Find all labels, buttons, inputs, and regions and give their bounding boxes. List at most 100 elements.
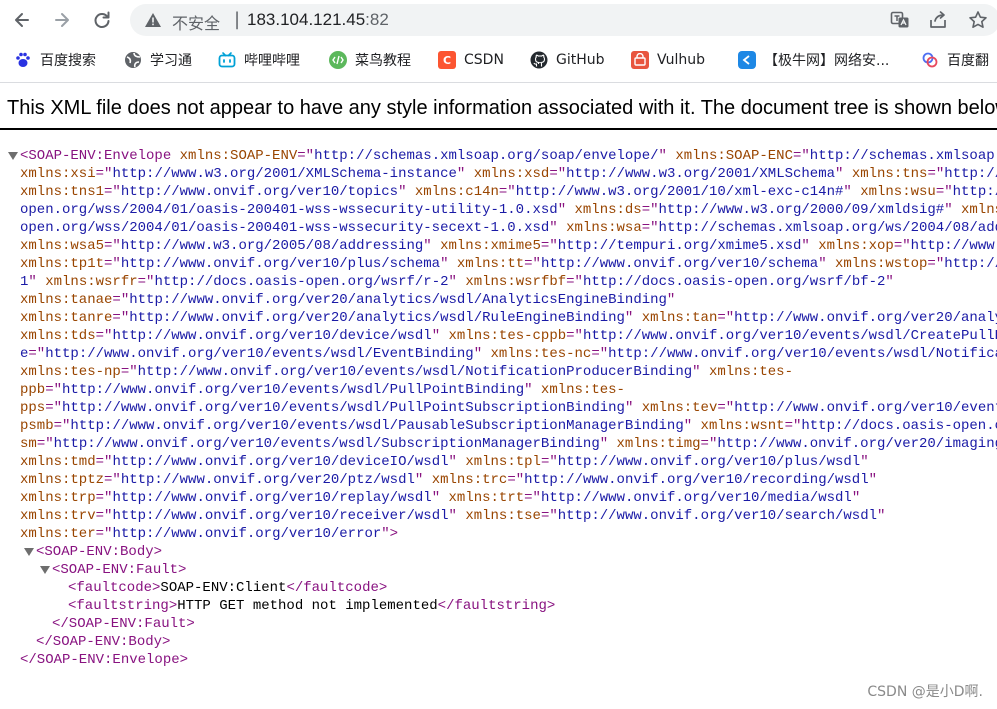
xml-token: http://www.onvif.org/ver20/ptz/wsdl xyxy=(120,472,415,488)
xml-token: http://www.onvif.org/ver10/media/wsdl xyxy=(540,490,852,506)
xml-token: xmlns:tse xyxy=(465,508,541,524)
bookmark-bilibili[interactable]: 哔哩哔哩 xyxy=(218,44,300,76)
xml-token: =" xyxy=(507,472,525,488)
xml-token: " xyxy=(851,490,861,506)
xml-token: =" xyxy=(927,256,945,272)
forward-button[interactable] xyxy=(48,6,76,34)
xml-token: xmlns:trc xyxy=(431,472,508,488)
xml-token: " xyxy=(440,256,449,272)
toolbar-divider xyxy=(0,82,997,83)
collapse-triangle-icon[interactable] xyxy=(24,548,34,556)
xml-token: =" xyxy=(641,220,659,236)
bookmark-baidu-translate[interactable]: 百度翻 xyxy=(921,44,989,76)
xml-token: " xyxy=(658,148,667,164)
back-button[interactable] xyxy=(8,6,36,34)
bookmark-jiniu[interactable]: 【极牛网】网络安... xyxy=(738,44,889,76)
xml-token: HTTP GET method not implemented xyxy=(177,598,438,614)
xml-token: xmlns:tanre xyxy=(20,310,113,326)
xml-token: =" xyxy=(591,346,609,362)
bookmark-star-button[interactable] xyxy=(968,10,988,30)
xml-token: " xyxy=(524,382,533,398)
xml-token: http://www.onvif.org/ver10/plus/wsdl xyxy=(557,454,861,470)
xml-token: =" xyxy=(95,454,113,470)
xml-token: http://www.w3.org/2004/08/xop/include xyxy=(910,238,997,254)
xml-token: " xyxy=(448,454,457,470)
xml-token: =" xyxy=(540,238,558,254)
xml-line: xmlns:tds="http://www.onvif.org/ver10/de… xyxy=(20,327,997,345)
xml-token: " xyxy=(28,274,37,290)
xml-token: " xyxy=(431,328,441,344)
xml-token: xmlns:xsd xyxy=(473,166,550,182)
xml-token: xmlns:timg xyxy=(616,436,701,452)
xml-token xyxy=(533,382,541,398)
bookmark-baidu[interactable]: 百度搜索 xyxy=(14,44,96,76)
url-port: :82 xyxy=(365,10,389,29)
bookmark-label: 【极牛网】网络安... xyxy=(764,53,890,69)
xml-token: xmlns:xmime5 xyxy=(440,238,541,254)
translate-button[interactable] xyxy=(890,10,910,30)
xml-token: =" xyxy=(566,328,583,344)
xml-token: xmlns:SOAP-ENC xyxy=(675,148,793,164)
xml-line: <faultstring>HTTP GET method not impleme… xyxy=(68,597,555,615)
xml-token: xmlns:c14n xyxy=(414,184,499,200)
xml-token xyxy=(558,220,566,236)
xml-line: </SOAP-ENV:Body> xyxy=(36,633,170,651)
xml-token: =" xyxy=(641,202,659,218)
collapse-triangle-icon[interactable] xyxy=(8,152,18,160)
xml-line: xmlns:xsi="http://www.w3.org/2001/XMLSch… xyxy=(20,165,997,183)
xml-token: " xyxy=(599,436,609,452)
security-label[interactable]: 不安全 xyxy=(172,10,220,34)
xml-token: http://www.onvif.org/ver10/error xyxy=(112,526,382,542)
xml-line: e="http://www.onvif.org/ver10/events/wsd… xyxy=(20,345,997,363)
reload-button[interactable] xyxy=(88,6,116,34)
bookmark-runoob[interactable]: 菜鸟教程 xyxy=(329,44,411,76)
url-text[interactable]: 183.104.121.45:82 xyxy=(247,10,389,30)
xml-token xyxy=(432,238,440,254)
bookmark-label: 菜鸟教程 xyxy=(355,53,411,69)
collapse-triangle-icon[interactable] xyxy=(40,566,50,574)
xml-token: http://www.w3.org/2000/09/xmldsig# xyxy=(658,202,945,218)
xml-token: " xyxy=(666,292,676,308)
xml-token: http://www.onvif.org/ver10/receiver/wsdl xyxy=(112,508,449,524)
bookmark-label: 哔哩哔哩 xyxy=(244,53,300,69)
xml-token: xmlns:tpl xyxy=(465,454,541,470)
xml-token xyxy=(37,274,45,290)
xml-token: http://docs.oasis-open.org/wsn/b-2 xyxy=(801,418,997,434)
runoob-icon xyxy=(329,51,347,69)
xml-token: xmlns:wsnt xyxy=(700,418,785,434)
bookmark-label: 百度搜索 xyxy=(40,53,96,69)
xml-token: xmlns:tes- xyxy=(708,364,793,380)
globe-icon xyxy=(124,51,142,69)
xml-token: http://www.onvif.org/ver10/events/wsdl/P… xyxy=(62,382,525,398)
xml-token: =" xyxy=(935,184,953,200)
xml-token: xmlns:xsi xyxy=(20,166,96,182)
xml-token: xmlns:ter xyxy=(20,526,96,542)
bookmark-xuexitong[interactable]: 学习通 xyxy=(124,44,192,76)
share-button[interactable] xyxy=(928,10,948,30)
xml-token xyxy=(171,148,179,164)
xml-token xyxy=(440,328,448,344)
xml-token: " xyxy=(692,364,701,380)
xml-line: </SOAP-ENV:Fault> xyxy=(52,615,195,633)
xml-token: sm xyxy=(20,436,37,452)
xml-line: xmlns:tp1t="http://www.onvif.org/ver10/p… xyxy=(20,255,997,273)
xml-token: http://www.onvif.org/ver20/analytics/wsd… xyxy=(129,292,667,308)
xml-token xyxy=(701,364,709,380)
xml-token: " xyxy=(843,184,852,200)
xml-token: open.org/wss/2004/01/oasis-200401-wss-ws… xyxy=(20,202,558,218)
warning-triangle-icon[interactable] xyxy=(144,11,162,29)
address-bar[interactable]: 不安全 | 183.104.121.45:82 xyxy=(130,4,997,36)
xml-line: <SOAP-ENV:Fault> xyxy=(52,561,186,579)
xml-token: psmb xyxy=(20,418,54,434)
bookmark-csdn[interactable]: C CSDN xyxy=(438,44,504,76)
xml-token: http://www.onvif.org/ver10/topics xyxy=(120,184,399,200)
bookmark-vulhub[interactable]: Vulhub xyxy=(631,44,705,76)
xml-token: http://www.onvif.org/ver10/plus/schema xyxy=(120,256,441,272)
xml-token: =" xyxy=(893,238,911,254)
xml-token: http://tempuri.org xyxy=(944,166,997,182)
bookmark-github[interactable]: GitHub xyxy=(530,44,605,76)
xml-token: http://docs.oasis-open.org/wsrf/bf-2 xyxy=(582,274,886,290)
xml-token: =" xyxy=(36,436,54,452)
xml-line: xmlns:tptz="http://www.onvif.org/ver20/p… xyxy=(20,471,877,489)
xml-line: ppb="http://www.onvif.org/ver10/events/w… xyxy=(20,381,625,399)
